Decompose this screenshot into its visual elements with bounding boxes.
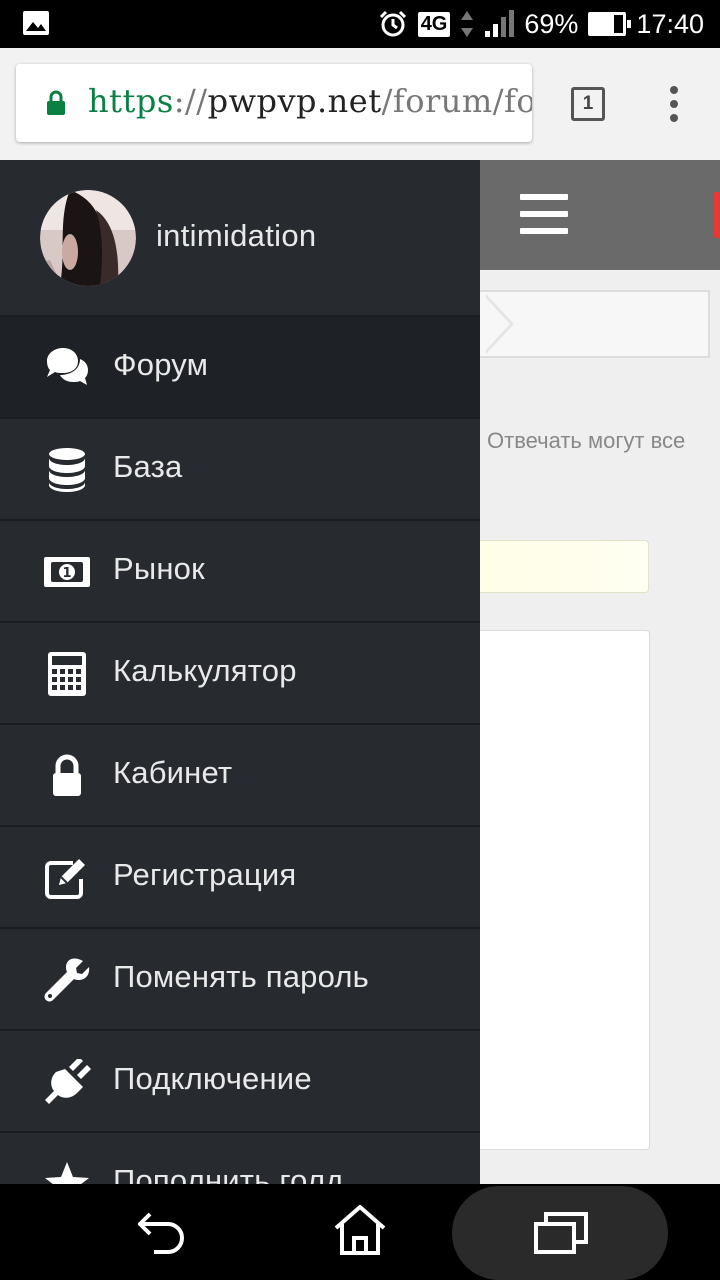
url-separator: ://: [173, 82, 208, 120]
battery-icon: [588, 12, 632, 36]
system-navigation-bar: [0, 1184, 720, 1280]
url-path: /forum/foru: [381, 82, 532, 120]
database-icon: [49, 448, 85, 492]
menu-label: Поменять пароль: [113, 959, 370, 994]
signal-icon: [485, 10, 515, 37]
menu-label: Форум: [113, 347, 209, 382]
reply-permission-note: Отвечать могут все: [487, 428, 686, 453]
menu-label: База: [113, 449, 183, 484]
secure-lock-icon: [47, 90, 65, 115]
url-scheme: https: [88, 82, 174, 120]
svg-text:1: 1: [62, 566, 71, 581]
overflow-menu-icon[interactable]: [668, 86, 680, 126]
wrench-icon: [44, 958, 90, 1002]
network-type: 4G: [417, 11, 451, 37]
gallery-icon: [23, 11, 49, 35]
menu-item-calculator[interactable]: Калькулятор: [0, 623, 480, 725]
menu-label: Пополнить голд: [113, 1163, 344, 1184]
menu-item-change-password[interactable]: Поменять пароль: [0, 929, 480, 1031]
calculator-icon: [48, 652, 86, 696]
plug-icon: [45, 1059, 91, 1104]
money-icon: 1: [44, 557, 90, 587]
menu-label: Кабинет: [113, 755, 233, 790]
user-profile[interactable]: intimidation: [0, 160, 480, 317]
menu-item-cabinet[interactable]: Кабинет: [0, 725, 480, 827]
hamburger-menu-icon[interactable]: [520, 194, 568, 234]
drawer-menu: Форум База 1 Рынок Калькулятор Кабинет Р…: [0, 317, 480, 1184]
menu-item-registration[interactable]: Регистрация: [0, 827, 480, 929]
address-bar[interactable]: https://pwpvp.net/forum/foru: [16, 64, 532, 142]
status-bar: 4G 69% 17:40: [0, 0, 720, 48]
avatar[interactable]: [40, 190, 136, 286]
recent-apps-icon[interactable]: [534, 1212, 588, 1254]
alarm-icon: [379, 10, 406, 37]
network-arrows-icon: [461, 11, 474, 37]
menu-label: Подключение: [113, 1061, 312, 1096]
tab-switcher-button[interactable]: 1: [571, 87, 605, 121]
comments-icon: [47, 348, 88, 385]
network-label: 4G: [417, 11, 451, 37]
menu-item-database[interactable]: База: [0, 419, 480, 521]
star-icon: [45, 1162, 89, 1184]
username[interactable]: intimidation: [156, 218, 316, 254]
url-text: https://pwpvp.net/forum/foru: [88, 82, 532, 120]
clock: 17:40: [636, 8, 704, 39]
home-icon[interactable]: [332, 1204, 388, 1256]
menu-label: Рынок: [113, 551, 205, 586]
back-icon[interactable]: [136, 1210, 186, 1254]
header-accent: [713, 192, 720, 238]
menu-item-forum[interactable]: Форум: [0, 317, 480, 419]
navigation-drawer: intimidation Форум База 1 Рынок Калькуля…: [0, 160, 480, 1184]
menu-item-connection[interactable]: Подключение: [0, 1031, 480, 1133]
menu-item-top-up-gold[interactable]: Пополнить голд: [0, 1133, 480, 1184]
url-host: pwpvp.net: [207, 82, 382, 120]
breadcrumb-separator-inner: [484, 296, 510, 352]
browser-toolbar: https://pwpvp.net/forum/foru 1: [0, 48, 720, 160]
lock-icon: [53, 754, 81, 796]
menu-item-market[interactable]: 1 Рынок: [0, 521, 480, 623]
menu-label: Регистрация: [113, 857, 297, 892]
edit-icon: [45, 859, 85, 899]
menu-label: Калькулятор: [113, 653, 297, 688]
battery-percent: 69%: [524, 8, 579, 39]
